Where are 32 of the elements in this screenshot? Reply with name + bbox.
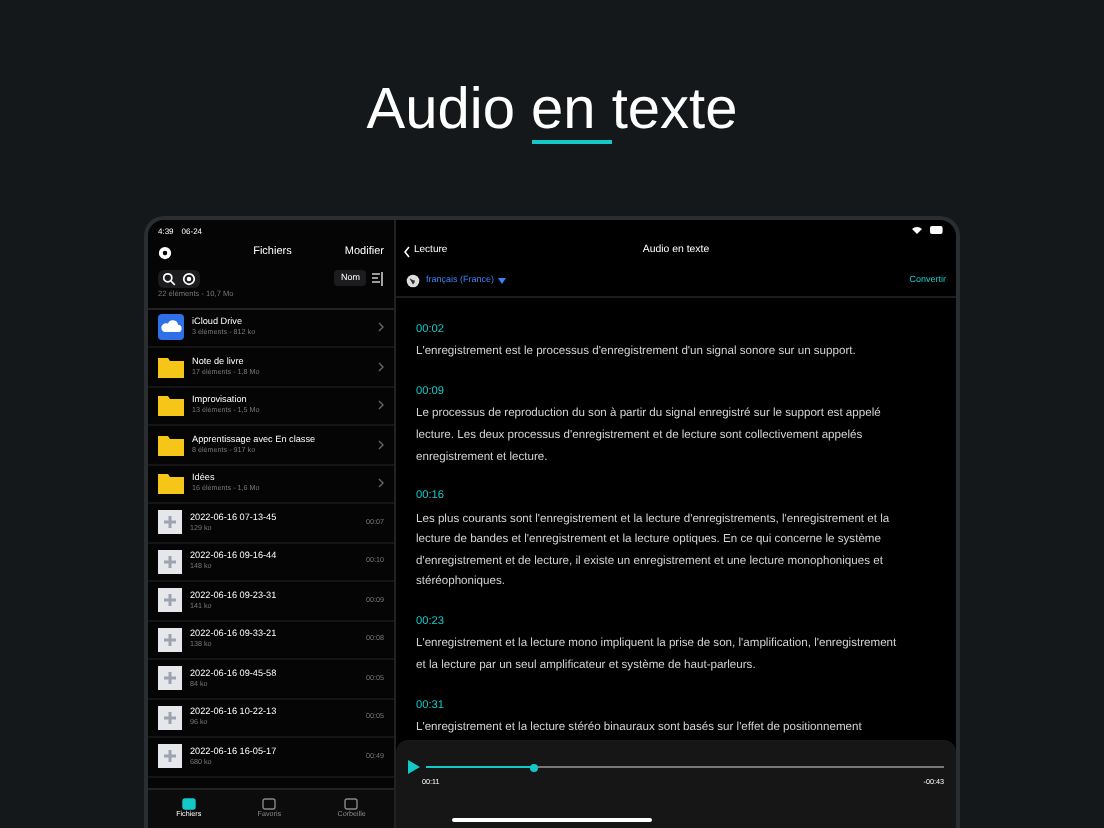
search-toolbar[interactable] — [158, 269, 200, 287]
chevron-right-icon — [378, 322, 384, 333]
search-icon[interactable] — [162, 271, 176, 285]
folder-icon — [158, 355, 184, 378]
tab-icon — [262, 797, 277, 810]
audio-file-icon — [158, 510, 182, 535]
battery-icon — [930, 226, 944, 234]
wifi-icon — [912, 226, 922, 234]
chevron-right-icon — [378, 361, 384, 372]
cloud-icon — [158, 314, 184, 341]
audio-file-icon — [158, 705, 182, 730]
settings-icon[interactable] — [158, 245, 172, 259]
chevron-right-icon — [378, 400, 384, 411]
audio-file-icon — [158, 627, 182, 652]
tab-icon — [344, 797, 359, 810]
folder-icon — [158, 472, 184, 495]
audio-file-icon — [158, 666, 182, 691]
folder-icon — [158, 394, 184, 417]
progress-thumb[interactable] — [530, 763, 539, 771]
audio-file-icon — [158, 588, 182, 613]
chevron-right-icon — [378, 439, 384, 450]
sort-order-icon[interactable] — [372, 271, 384, 285]
dropdown-caret-icon — [498, 278, 507, 284]
headline: Audio en texte — [366, 76, 738, 144]
tab-icon — [181, 797, 196, 810]
audio-file-icon — [158, 549, 182, 574]
audio-file-icon — [158, 744, 182, 769]
chevron-right-icon — [378, 478, 384, 489]
play-icon[interactable] — [408, 760, 420, 774]
chevron-left-icon — [404, 246, 410, 258]
folder-icon — [158, 433, 184, 456]
record-icon[interactable] — [182, 271, 196, 285]
